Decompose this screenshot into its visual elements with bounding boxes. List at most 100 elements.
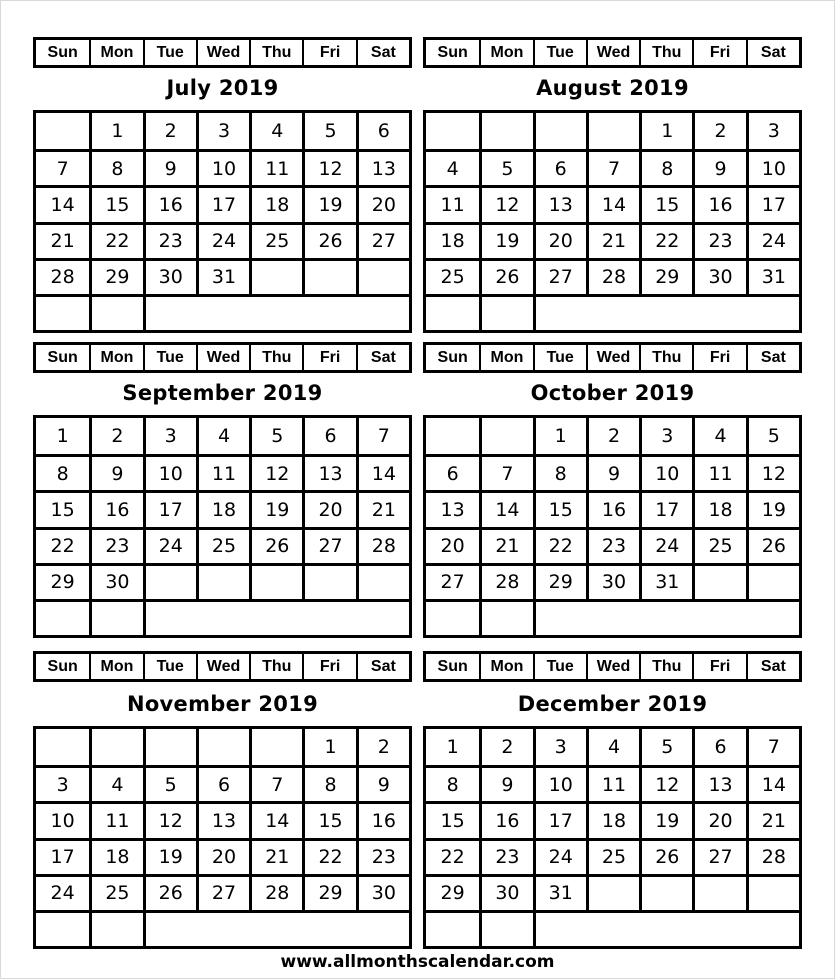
empty-day-cell[interactable] xyxy=(479,418,532,455)
day-cell[interactable]: 7 xyxy=(36,149,90,185)
day-cell[interactable]: 29 xyxy=(639,257,693,294)
day-cell[interactable]: 28 xyxy=(479,562,533,599)
day-cell[interactable]: 29 xyxy=(532,562,586,599)
day-cell[interactable]: 28 xyxy=(585,257,640,294)
day-cell[interactable]: 9 xyxy=(89,454,143,491)
day-cell[interactable]: 28 xyxy=(36,257,90,294)
day-cell[interactable]: 1 xyxy=(89,113,142,150)
day-cell[interactable]: 20 xyxy=(355,185,409,222)
day-cell[interactable]: 25 xyxy=(195,526,250,563)
day-cell[interactable]: 14 xyxy=(585,185,640,222)
day-cell[interactable]: 12 xyxy=(142,801,196,838)
day-cell[interactable]: 4 xyxy=(426,149,480,185)
empty-day-cell[interactable] xyxy=(692,873,746,910)
day-cell[interactable]: 15 xyxy=(36,490,90,526)
day-cell[interactable]: 25 xyxy=(692,526,746,563)
notes-cell-small[interactable] xyxy=(479,293,533,330)
day-cell[interactable]: 30 xyxy=(585,562,640,599)
day-cell[interactable]: 23 xyxy=(142,221,196,258)
day-cell[interactable]: 26 xyxy=(249,526,303,563)
day-cell[interactable]: 6 xyxy=(195,765,250,802)
notes-cell-wide[interactable] xyxy=(532,293,799,330)
day-cell[interactable]: 15 xyxy=(302,801,356,838)
empty-day-cell[interactable] xyxy=(639,873,693,910)
empty-day-cell[interactable] xyxy=(249,562,303,599)
day-cell[interactable]: 26 xyxy=(142,873,196,910)
day-cell[interactable]: 19 xyxy=(639,801,693,838)
day-cell[interactable]: 8 xyxy=(532,454,586,491)
day-cell[interactable]: 17 xyxy=(142,490,196,527)
day-cell[interactable]: 27 xyxy=(195,873,250,910)
day-cell[interactable]: 7 xyxy=(745,729,799,766)
day-cell[interactable]: 25 xyxy=(89,873,143,910)
day-cell[interactable]: 22 xyxy=(36,526,90,563)
notes-cell-small[interactable] xyxy=(426,598,480,635)
day-cell[interactable]: 11 xyxy=(426,185,480,221)
empty-day-cell[interactable] xyxy=(195,729,249,766)
website-url[interactable]: www.allmonthscalendar.com xyxy=(0,952,835,972)
day-cell[interactable]: 3 xyxy=(745,113,799,150)
empty-day-cell[interactable] xyxy=(585,873,640,910)
day-cell[interactable]: 26 xyxy=(302,221,356,258)
day-cell[interactable]: 7 xyxy=(585,149,640,186)
day-cell[interactable]: 21 xyxy=(585,221,640,258)
day-cell[interactable]: 9 xyxy=(692,149,746,186)
day-cell[interactable]: 21 xyxy=(249,837,303,874)
day-cell[interactable]: 23 xyxy=(692,221,746,258)
day-cell[interactable]: 15 xyxy=(532,490,586,527)
day-cell[interactable]: 19 xyxy=(745,490,799,527)
empty-day-cell[interactable] xyxy=(692,562,746,599)
day-cell[interactable]: 6 xyxy=(692,729,745,766)
day-cell[interactable]: 6 xyxy=(302,418,355,455)
day-cell[interactable]: 27 xyxy=(355,221,409,258)
day-cell[interactable]: 24 xyxy=(532,837,586,874)
day-cell[interactable]: 16 xyxy=(479,801,533,838)
notes-cell-wide[interactable] xyxy=(142,909,409,946)
day-cell[interactable]: 4 xyxy=(692,418,745,455)
day-cell[interactable]: 25 xyxy=(249,221,303,258)
empty-day-cell[interactable] xyxy=(302,257,356,294)
notes-cell-small[interactable] xyxy=(479,598,533,635)
empty-day-cell[interactable] xyxy=(195,562,250,599)
day-cell[interactable]: 11 xyxy=(692,454,746,491)
day-cell[interactable]: 11 xyxy=(195,454,250,491)
day-cell[interactable]: 7 xyxy=(355,418,409,455)
day-cell[interactable]: 31 xyxy=(195,257,250,294)
day-cell[interactable]: 24 xyxy=(36,873,90,910)
empty-day-cell[interactable] xyxy=(36,729,89,765)
day-cell[interactable]: 5 xyxy=(249,418,302,455)
day-cell[interactable]: 17 xyxy=(745,185,799,222)
day-cell[interactable]: 20 xyxy=(692,801,746,838)
day-cell[interactable]: 19 xyxy=(479,221,533,258)
day-cell[interactable]: 8 xyxy=(36,454,90,490)
day-cell[interactable]: 16 xyxy=(142,185,196,222)
day-cell[interactable]: 10 xyxy=(532,765,586,802)
notes-cell-small[interactable] xyxy=(426,293,480,330)
day-cell[interactable]: 25 xyxy=(585,837,640,874)
day-cell[interactable]: 15 xyxy=(89,185,143,222)
day-cell[interactable]: 9 xyxy=(479,765,533,802)
day-cell[interactable]: 1 xyxy=(36,418,89,454)
notes-cell-small[interactable] xyxy=(89,293,143,330)
empty-day-cell[interactable] xyxy=(249,257,303,294)
day-cell[interactable]: 13 xyxy=(426,490,480,526)
day-cell[interactable]: 7 xyxy=(479,454,533,491)
day-cell[interactable]: 20 xyxy=(302,490,356,527)
day-cell[interactable]: 9 xyxy=(355,765,409,802)
day-cell[interactable]: 4 xyxy=(585,729,639,766)
day-cell[interactable]: 25 xyxy=(426,257,480,294)
day-cell[interactable]: 1 xyxy=(532,418,586,455)
day-cell[interactable]: 24 xyxy=(142,526,196,563)
day-cell[interactable]: 30 xyxy=(89,562,143,599)
empty-day-cell[interactable] xyxy=(89,729,142,766)
day-cell[interactable]: 22 xyxy=(89,221,143,258)
day-cell[interactable]: 12 xyxy=(745,454,799,491)
day-cell[interactable]: 30 xyxy=(479,873,533,910)
day-cell[interactable]: 23 xyxy=(355,837,409,874)
day-cell[interactable]: 10 xyxy=(745,149,799,186)
day-cell[interactable]: 19 xyxy=(302,185,356,222)
day-cell[interactable]: 4 xyxy=(195,418,249,455)
day-cell[interactable]: 14 xyxy=(355,454,409,491)
notes-cell-small[interactable] xyxy=(89,598,143,635)
day-cell[interactable]: 12 xyxy=(249,454,303,491)
